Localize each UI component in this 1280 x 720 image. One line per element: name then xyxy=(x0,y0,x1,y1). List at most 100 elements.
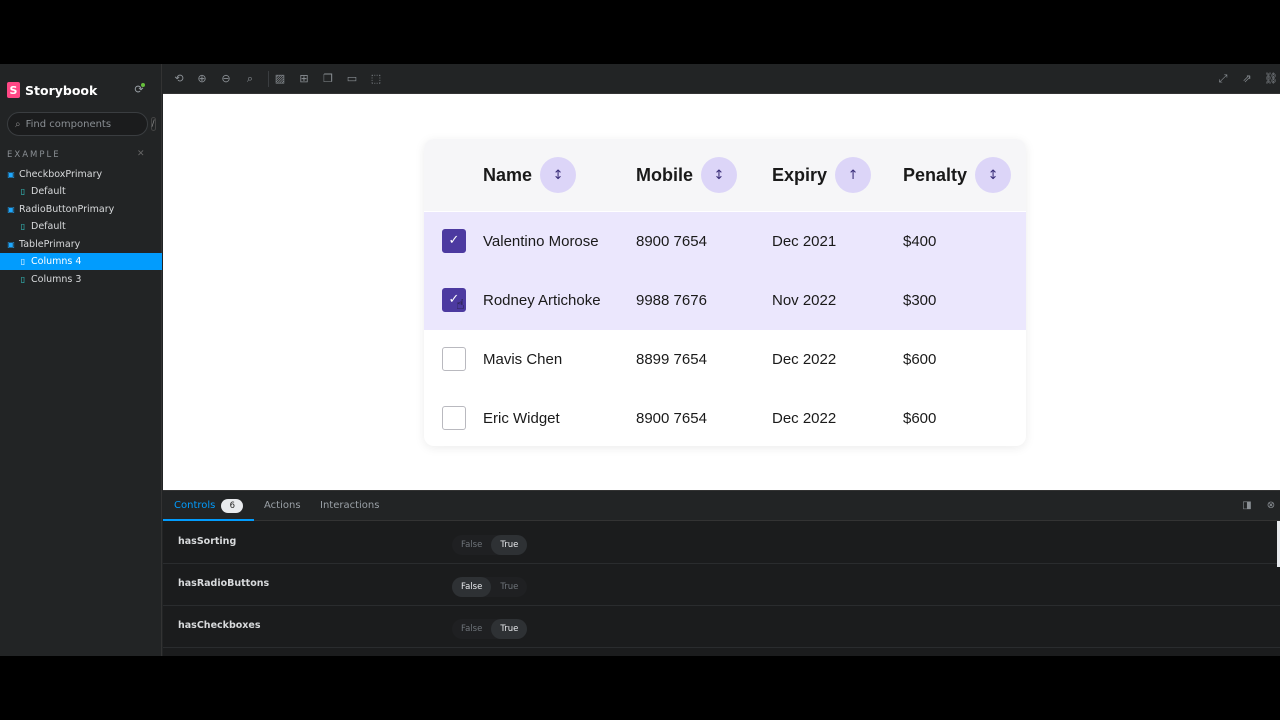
component-icon: ▣ xyxy=(7,169,15,179)
sidebar-item-checkbox-default[interactable]: ▯ Default xyxy=(0,183,162,200)
column-label: Name xyxy=(483,164,533,185)
search-shortcut-key: / xyxy=(150,117,156,131)
table-row: ✓ Valentino Morose 8900 7654 Dec 2021 $4… xyxy=(424,212,1026,271)
sidebar-item-label: CheckboxPrimary xyxy=(19,169,103,180)
sort-button[interactable]: ↕ xyxy=(540,157,577,193)
tab-actions[interactable]: Actions xyxy=(264,491,301,521)
cell-mobile: 8900 7654 xyxy=(636,410,707,427)
search-icon: ⌕ xyxy=(15,118,21,130)
sort-button[interactable]: ↑ xyxy=(835,157,872,193)
toggle-false[interactable]: False xyxy=(452,535,491,555)
control-name: hasRadioButtons xyxy=(178,578,270,589)
tab-interactions[interactable]: Interactions xyxy=(320,491,379,521)
cell-penalty: $300 xyxy=(903,292,937,309)
sidebar-item-label: Columns 3 xyxy=(31,274,82,285)
row-checkbox[interactable] xyxy=(442,347,466,371)
column-header-mobile: Mobile ↕ xyxy=(636,139,737,211)
status-dot xyxy=(141,83,145,87)
fullscreen-icon[interactable]: ⤢ xyxy=(1216,72,1230,86)
storybook-app: S Storybook ⟳ ⌕ / EXAMPLE ✕ ▣ CheckboxPr… xyxy=(0,64,1280,656)
sort-button[interactable]: ↕ xyxy=(701,157,737,193)
tab-label: Controls xyxy=(174,500,216,511)
sidebar-item-label: TablePrimary xyxy=(19,239,81,250)
toolbar-divider xyxy=(268,71,269,87)
sort-updown-icon: ↕ xyxy=(552,167,564,183)
section-title: EXAMPLE xyxy=(7,150,61,160)
tab-controls[interactable]: Controls 6 xyxy=(163,491,255,521)
zoom-reset-icon[interactable]: ⌕ xyxy=(243,72,257,86)
column-label: Penalty xyxy=(903,164,968,185)
tab-label: Interactions xyxy=(320,500,380,511)
boolean-toggle[interactable]: False True xyxy=(452,577,528,597)
measure-icon[interactable]: ▭ xyxy=(345,72,359,86)
reload-icon[interactable]: ⟲ xyxy=(172,72,186,86)
toggle-true[interactable]: True xyxy=(491,619,528,639)
sidebar-item-columns-4[interactable]: ▯ Columns 4 xyxy=(0,253,162,270)
collapse-all-icon[interactable]: ✕ xyxy=(137,149,145,159)
toolbar: ⟲ ⊕ ⊖ ⌕ ▨ ⊞ ❐ ▭ ⬚ ⤢ ⇗ ⛓ xyxy=(163,64,1280,94)
table-header: Name ↕ Mobile ↕ Expiry ↑ Penalty ↕ xyxy=(424,139,1026,211)
open-new-tab-icon[interactable]: ⇗ xyxy=(1240,72,1254,86)
sidebar-item-label: Default xyxy=(31,221,66,232)
row-checkbox[interactable] xyxy=(442,406,466,430)
toggle-true[interactable]: True xyxy=(491,535,528,555)
cell-name: Eric Widget xyxy=(483,410,560,427)
sidebar-item-radiobuttonprimary[interactable]: ▣ RadioButtonPrimary xyxy=(0,201,162,218)
search-input[interactable] xyxy=(25,118,151,130)
brand[interactable]: S Storybook xyxy=(7,82,97,98)
cell-expiry: Dec 2021 xyxy=(772,233,837,250)
sort-updown-icon: ↕ xyxy=(713,167,725,183)
toggle-false[interactable]: False xyxy=(452,577,492,597)
cell-expiry: Dec 2022 xyxy=(772,410,837,427)
cell-penalty: $600 xyxy=(903,351,937,368)
section-header: EXAMPLE ✕ xyxy=(0,149,162,162)
boolean-toggle[interactable]: False True xyxy=(452,535,528,555)
sync-status-icon[interactable]: ⟳ xyxy=(132,83,146,97)
cell-name: Valentino Morose xyxy=(483,233,599,250)
panel-orientation-icon[interactable]: ◨ xyxy=(1241,500,1253,512)
count-badge: 6 xyxy=(221,499,244,513)
toggle-false[interactable]: False xyxy=(452,619,491,639)
sidebar-item-label: Default xyxy=(31,186,66,197)
table-row: ✓ ☝ Rodney Artichoke 9988 7676 Nov 2022 … xyxy=(424,271,1026,330)
zoom-in-icon[interactable]: ⊕ xyxy=(195,72,209,86)
table-row: Mavis Chen 8899 7654 Dec 2022 $600 xyxy=(424,330,1026,389)
hand-cursor-icon: ☝ xyxy=(456,297,465,313)
viewport-icon[interactable]: ❐ xyxy=(321,72,335,86)
background-icon[interactable]: ▨ xyxy=(273,72,287,86)
component-icon: ▣ xyxy=(7,204,15,214)
story-bookmark-icon: ▯ xyxy=(20,221,26,231)
sidebar-item-checkboxprimary[interactable]: ▣ CheckboxPrimary xyxy=(0,166,162,183)
story-bookmark-icon: ▯ xyxy=(20,274,26,284)
addons-panel: Controls 6 Actions Interactions ◨ ⊗ hasSo… xyxy=(163,490,1280,656)
cell-penalty: $600 xyxy=(903,410,937,427)
sort-updown-icon: ↕ xyxy=(987,167,999,183)
outline-icon[interactable]: ⬚ xyxy=(369,72,383,86)
cell-mobile: 8899 7654 xyxy=(636,351,707,368)
panel-tabs: Controls 6 Actions Interactions ◨ ⊗ xyxy=(163,491,1280,521)
cell-expiry: Nov 2022 xyxy=(772,292,837,309)
table-row: Eric Widget 8900 7654 Dec 2022 $600 xyxy=(424,389,1026,446)
component-icon: ▣ xyxy=(7,239,15,249)
toggle-true[interactable]: True xyxy=(491,577,527,597)
data-table: Name ↕ Mobile ↕ Expiry ↑ Penalty ↕ ✓ Val… xyxy=(424,139,1026,446)
row-checkbox[interactable]: ✓ xyxy=(442,229,466,253)
tab-label: Actions xyxy=(264,500,301,511)
control-row-hascheckboxes: hasCheckboxes False True xyxy=(163,606,1280,648)
story-bookmark-icon: ▯ xyxy=(20,256,26,266)
column-label: Expiry xyxy=(772,164,828,185)
grid-icon[interactable]: ⊞ xyxy=(297,72,311,86)
control-row-hasradiobuttons: hasRadioButtons False True xyxy=(163,564,1280,606)
close-panel-icon[interactable]: ⊗ xyxy=(1265,500,1277,512)
sidebar-item-label: Columns 4 xyxy=(31,256,82,267)
copy-link-icon[interactable]: ⛓ xyxy=(1264,72,1278,86)
column-header-name: Name ↕ xyxy=(483,139,577,211)
sidebar-item-tableprimary[interactable]: ▣ TablePrimary xyxy=(0,236,162,253)
sidebar-item-radio-default[interactable]: ▯ Default xyxy=(0,218,162,235)
sort-button[interactable]: ↕ xyxy=(975,157,1012,193)
boolean-toggle[interactable]: False True xyxy=(452,619,528,639)
column-label: Mobile xyxy=(636,164,693,185)
zoom-out-icon[interactable]: ⊖ xyxy=(219,72,233,86)
sidebar-item-columns-3[interactable]: ▯ Columns 3 xyxy=(0,271,162,288)
storybook-logo-icon: S xyxy=(7,82,20,98)
